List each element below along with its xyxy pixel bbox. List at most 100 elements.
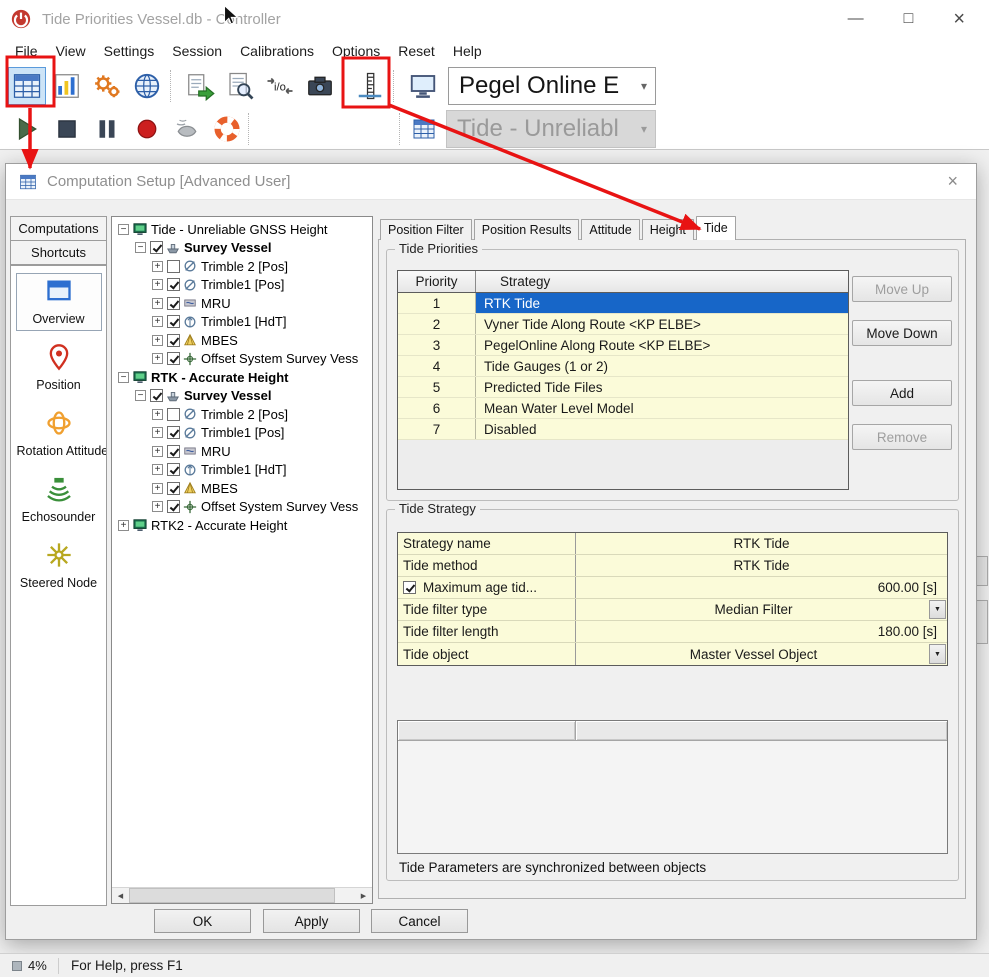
expand-expander-icon[interactable]: + <box>152 464 163 475</box>
sidebar-item-position[interactable]: Position <box>16 339 102 397</box>
tree-checkbox[interactable] <box>167 334 180 347</box>
tree-checkbox[interactable] <box>150 241 163 254</box>
tree-checkbox[interactable] <box>167 352 180 365</box>
expand-expander-icon[interactable]: + <box>152 446 163 457</box>
tree-item-trimble1-pos[interactable]: +Trimble1 [Pos] <box>114 424 372 443</box>
expand-expander-icon[interactable]: + <box>152 316 163 327</box>
expand-expander-icon[interactable]: + <box>118 520 129 531</box>
tree-checkbox[interactable] <box>167 315 180 328</box>
tree-item-trimble-2-pos[interactable]: +Trimble 2 [Pos] <box>114 405 372 424</box>
menu-item-settings[interactable]: Settings <box>95 40 164 62</box>
tree-item-survey-vessel[interactable]: −Survey Vessel <box>114 387 372 406</box>
dropdown-arrow-icon[interactable]: ▼ <box>929 600 946 619</box>
tree-item-offset-system-survey-vess[interactable]: +Offset System Survey Vess <box>114 350 372 369</box>
ok-button[interactable]: OK <box>154 909 251 933</box>
expand-expander-icon[interactable]: + <box>152 427 163 438</box>
tide-setup-button[interactable] <box>351 67 389 105</box>
help-lifering-button[interactable] <box>208 110 246 148</box>
sidebar-item-steered-node[interactable]: Steered Node <box>16 537 102 595</box>
menu-item-options[interactable]: Options <box>323 40 389 62</box>
tree-item-mru[interactable]: +MRU <box>114 294 372 313</box>
expand-expander-icon[interactable]: + <box>152 335 163 346</box>
tree-item-mbes[interactable]: +MBES <box>114 331 372 350</box>
tree-checkbox[interactable] <box>167 297 180 310</box>
scroll-right-icon[interactable]: ▶ <box>355 888 372 903</box>
export-button[interactable] <box>181 67 219 105</box>
pause-button[interactable] <box>88 110 126 148</box>
dropdown-arrow-icon[interactable]: ▼ <box>929 644 946 664</box>
tree-item-trimble1-pos[interactable]: +Trimble1 [Pos] <box>114 276 372 295</box>
collapse-expander-icon[interactable]: − <box>118 372 129 383</box>
settings-gears-button[interactable] <box>88 67 126 105</box>
add-button[interactable]: Add <box>852 380 952 406</box>
tree-checkbox[interactable] <box>167 500 180 513</box>
tree-horizontal-scrollbar[interactable]: ◀ ▶ <box>112 887 372 903</box>
play-button[interactable] <box>8 110 46 148</box>
scroll-left-icon[interactable]: ◀ <box>112 888 129 903</box>
expand-expander-icon[interactable]: + <box>152 409 163 420</box>
session-layers-button[interactable] <box>48 67 86 105</box>
expand-expander-icon[interactable]: + <box>152 261 163 272</box>
manual-fix-button[interactable] <box>168 110 206 148</box>
apply-button[interactable]: Apply <box>263 909 360 933</box>
menu-item-session[interactable]: Session <box>163 40 231 62</box>
tab-tide[interactable]: Tide <box>696 216 736 240</box>
priority-row[interactable]: 3PegelOnline Along Route <KP ELBE> <box>398 335 848 356</box>
sidebar-group-shortcuts[interactable]: Shortcuts <box>10 240 107 265</box>
stop-button[interactable] <box>48 110 86 148</box>
tab-position-filter[interactable]: Position Filter <box>380 219 472 240</box>
priority-row[interactable]: 5Predicted Tide Files <box>398 377 848 398</box>
sidebar-item-echosounder[interactable]: Echosounder <box>16 471 102 529</box>
close-button[interactable]: × <box>953 8 965 31</box>
tree-item-rtk2-accurate-height[interactable]: +RTK2 - Accurate Height <box>114 516 372 535</box>
computation-display-button[interactable] <box>408 113 440 145</box>
tree-checkbox[interactable] <box>167 426 180 439</box>
tab-attitude[interactable]: Attitude <box>581 219 639 240</box>
geodesy-globe-button[interactable] <box>128 67 166 105</box>
strategy-checkbox[interactable] <box>403 581 416 594</box>
storage-case-button[interactable] <box>301 67 339 105</box>
collapse-expander-icon[interactable]: − <box>135 390 146 401</box>
move-down-button[interactable]: Move Down <box>852 320 952 346</box>
record-button[interactable] <box>128 110 166 148</box>
sidebar-item-rotation-attitude[interactable]: Rotation Attitude <box>16 405 102 463</box>
tree-checkbox[interactable] <box>167 463 180 476</box>
strategy-value[interactable]: Median Filter▼ <box>576 599 947 620</box>
dialog-close-button[interactable]: × <box>947 171 958 192</box>
menu-item-file[interactable]: File <box>6 40 47 62</box>
priority-row[interactable]: 6Mean Water Level Model <box>398 398 848 419</box>
cancel-button[interactable]: Cancel <box>371 909 468 933</box>
sidebar-group-computations[interactable]: Computations <box>10 216 107 241</box>
tree-checkbox[interactable] <box>150 389 163 402</box>
collapse-expander-icon[interactable]: − <box>135 242 146 253</box>
strategy-value[interactable]: Master Vessel Object▼ <box>576 643 947 665</box>
priority-row[interactable]: 7Disabled <box>398 419 848 440</box>
menu-item-view[interactable]: View <box>47 40 95 62</box>
computation-combo[interactable]: Tide - Unreliabl ▾ <box>446 110 656 148</box>
computation-setup-button[interactable] <box>8 67 46 105</box>
tab-position-results[interactable]: Position Results <box>474 219 580 240</box>
tree-checkbox[interactable] <box>167 482 180 495</box>
tree-item-offset-system-survey-vess[interactable]: +Offset System Survey Vess <box>114 498 372 517</box>
maximize-button[interactable]: □ <box>904 10 914 28</box>
tree-item-trimble1-hdt[interactable]: +Trimble1 [HdT] <box>114 313 372 332</box>
tree-item-survey-vessel[interactable]: −Survey Vessel <box>114 239 372 258</box>
tree-checkbox[interactable] <box>167 278 180 291</box>
tree-item-rtk-accurate-height[interactable]: −RTK - Accurate Height <box>114 368 372 387</box>
tab-height[interactable]: Height <box>642 219 694 240</box>
tree-item-trimble1-hdt[interactable]: +Trimble1 [HdT] <box>114 461 372 480</box>
menu-item-calibrations[interactable]: Calibrations <box>231 40 323 62</box>
menu-item-help[interactable]: Help <box>444 40 491 62</box>
tree-checkbox[interactable] <box>167 445 180 458</box>
tree-item-mbes[interactable]: +MBES <box>114 479 372 498</box>
tree-item-tide-unreliable-gnss-height[interactable]: −Tide - Unreliable GNSS Height <box>114 220 372 239</box>
expand-expander-icon[interactable]: + <box>152 483 163 494</box>
menu-item-reset[interactable]: Reset <box>389 40 444 62</box>
tree-checkbox[interactable] <box>167 260 180 273</box>
tree-checkbox[interactable] <box>167 408 180 421</box>
expand-expander-icon[interactable]: + <box>152 298 163 309</box>
scrollbar-thumb[interactable] <box>129 888 335 903</box>
expand-expander-icon[interactable]: + <box>152 353 163 364</box>
collapse-expander-icon[interactable]: − <box>118 224 129 235</box>
tree-item-trimble-2-pos[interactable]: +Trimble 2 [Pos] <box>114 257 372 276</box>
